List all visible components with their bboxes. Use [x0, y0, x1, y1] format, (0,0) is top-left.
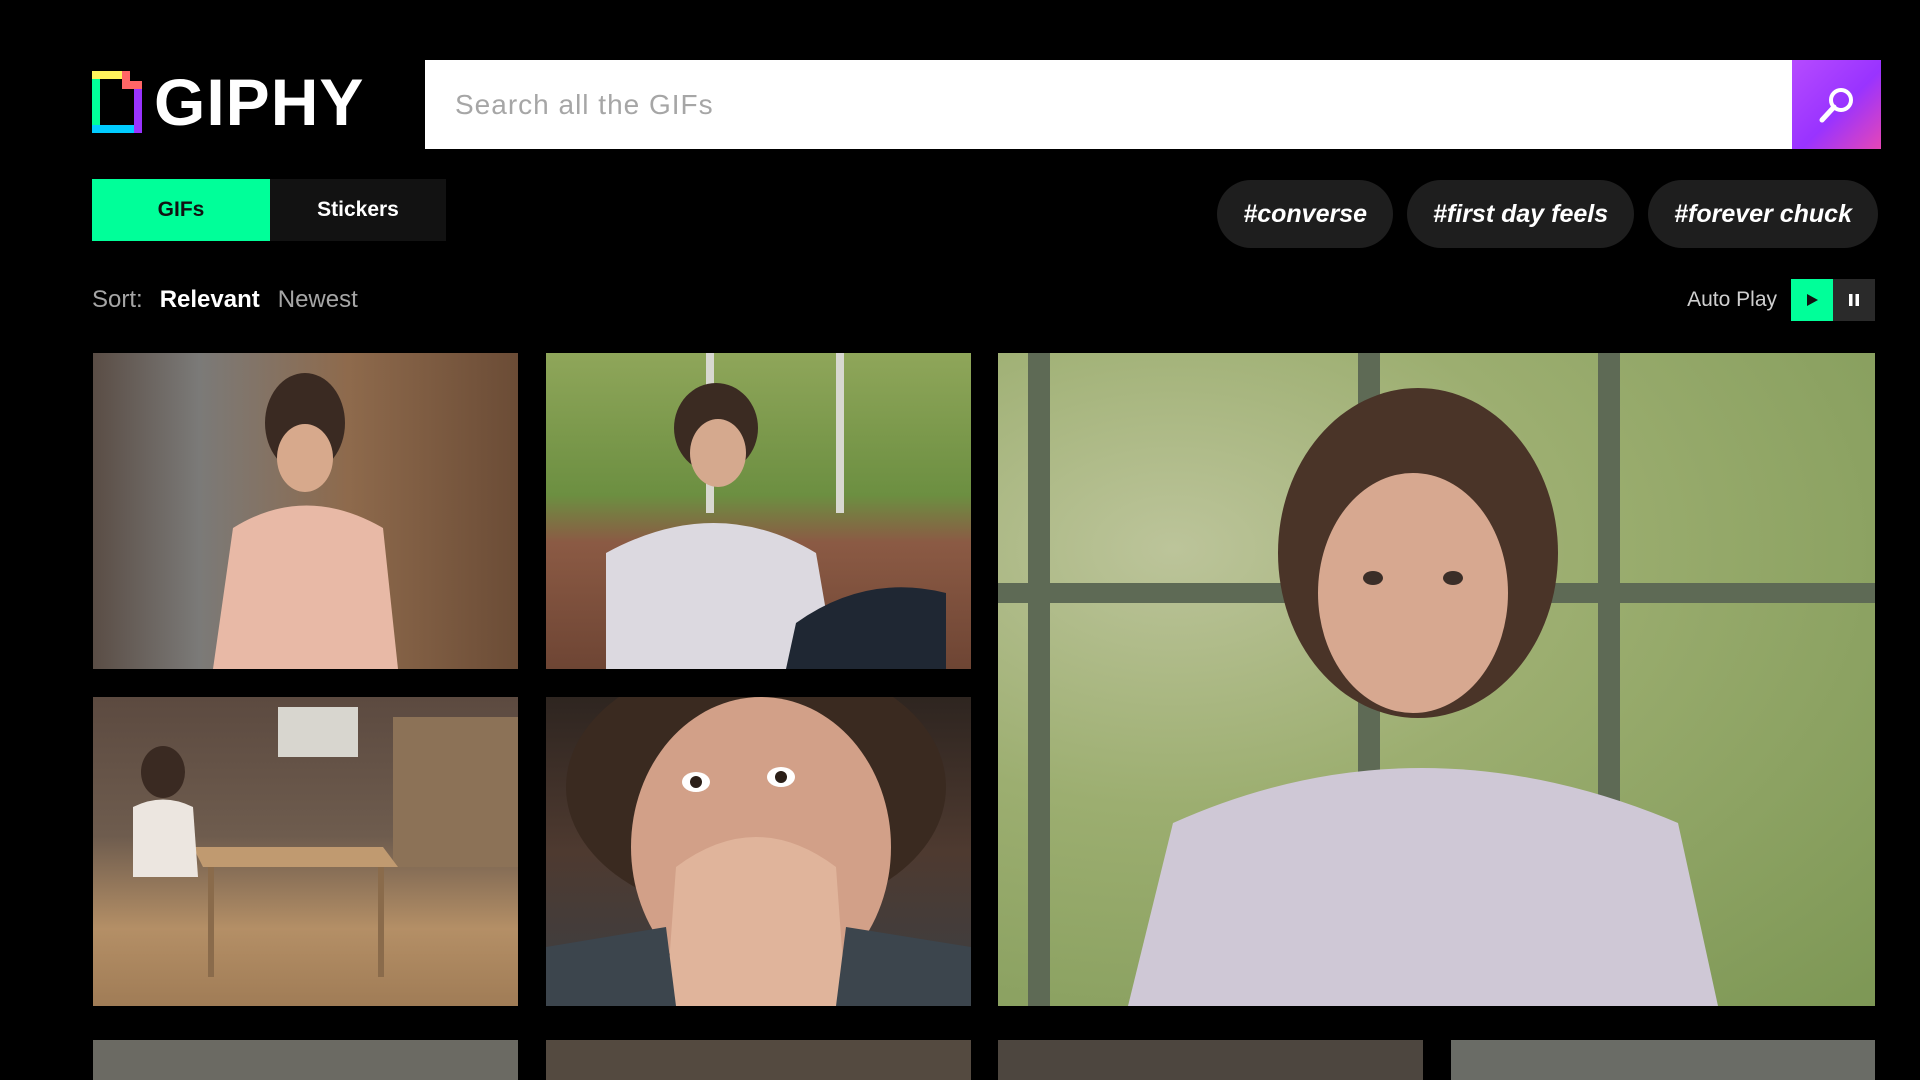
gif-tile[interactable]: [546, 353, 971, 669]
gif-tile[interactable]: [93, 697, 518, 1006]
sort-relevant[interactable]: Relevant: [160, 286, 260, 314]
giphy-logo[interactable]: GIPHY: [92, 65, 365, 139]
search-button[interactable]: [1792, 60, 1881, 149]
tab-stickers[interactable]: Stickers: [270, 179, 446, 241]
sort-newest[interactable]: Newest: [278, 286, 358, 314]
gif-thumbnail: [546, 697, 971, 1006]
autoplay-play-button[interactable]: [1791, 279, 1833, 321]
gif-thumbnail: [606, 353, 946, 669]
search-icon: [1819, 87, 1853, 122]
gif-tile[interactable]: [998, 1040, 1423, 1080]
logo-wordmark: GIPHY: [154, 65, 365, 139]
gif-tile[interactable]: [93, 1040, 518, 1080]
gif-tile[interactable]: [1451, 1040, 1875, 1080]
gif-thumbnail: [998, 353, 1875, 1006]
hashtag-converse[interactable]: #converse: [1217, 180, 1394, 248]
gif-tile[interactable]: [546, 1040, 971, 1080]
hashtag-forever-chuck[interactable]: #forever chuck: [1648, 180, 1878, 248]
sort-options: Sort: Relevant Newest: [92, 286, 358, 314]
search-input[interactable]: [425, 60, 1792, 149]
gif-tile[interactable]: [998, 353, 1875, 1006]
content-type-tabs: GIFs Stickers: [92, 179, 446, 241]
gif-tile[interactable]: [93, 353, 518, 669]
sort-label: Sort:: [92, 286, 143, 313]
gif-tile[interactable]: [546, 697, 971, 1006]
hashtag-first-day-feels[interactable]: #first day feels: [1407, 180, 1635, 248]
trending-hashtags: #converse #first day feels #forever chuc…: [1217, 180, 1878, 248]
play-icon: [1807, 294, 1818, 306]
gif-thumbnail: [133, 707, 518, 977]
tab-gifs[interactable]: GIFs: [92, 179, 270, 241]
gif-thumbnail: [213, 373, 398, 669]
autoplay-pause-button[interactable]: [1833, 279, 1875, 321]
autoplay-label: Auto Play: [1687, 288, 1777, 311]
giphy-page: GIPHY GIFs Stickers #converse #first day…: [0, 0, 1920, 1080]
search-bar: [425, 60, 1881, 149]
pause-icon: [1849, 294, 1859, 306]
giphy-logo-icon: [92, 71, 142, 133]
autoplay-control: Auto Play: [1687, 279, 1875, 321]
